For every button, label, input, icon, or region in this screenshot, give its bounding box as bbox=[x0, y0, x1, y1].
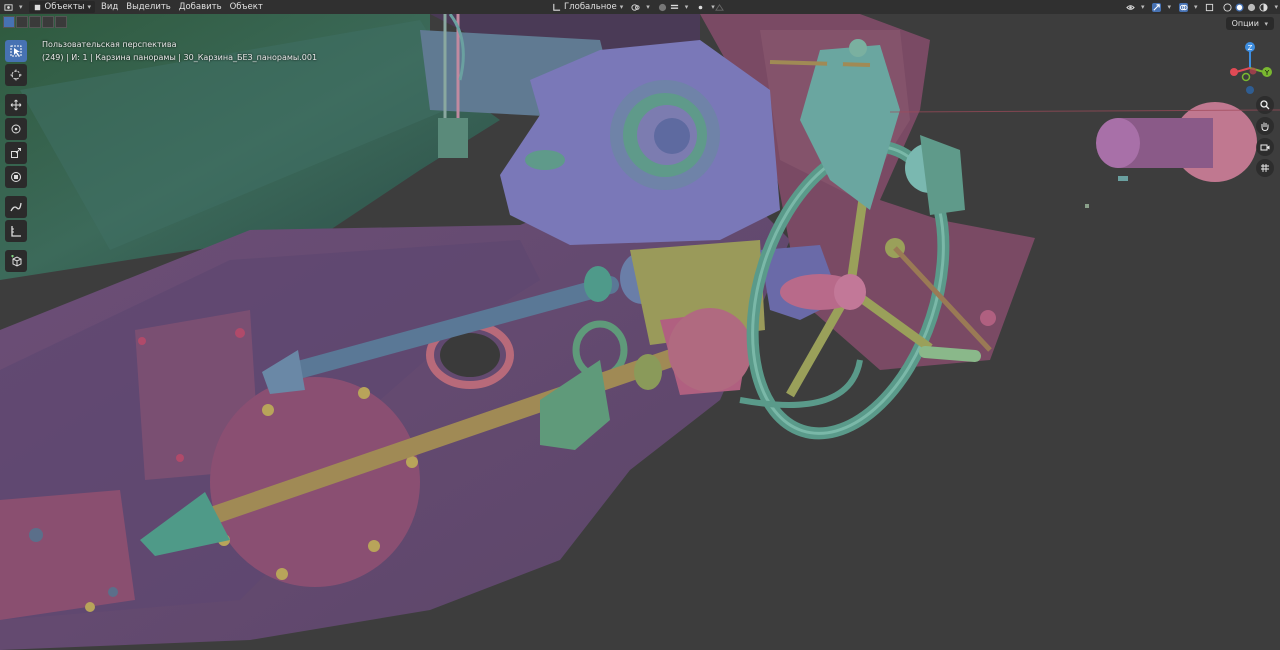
annotate-tool-button[interactable] bbox=[5, 196, 27, 218]
gizmo-icon bbox=[1152, 2, 1162, 12]
shading-modes[interactable]: ▾ bbox=[1221, 0, 1280, 14]
shading-wireframe-icon[interactable] bbox=[1223, 2, 1233, 12]
viewport-header: ▾ Объекты ▾ Вид Выделить Добавить Объект… bbox=[0, 0, 1280, 14]
falloff-icon bbox=[714, 3, 724, 11]
chevron-down-icon: ▾ bbox=[646, 3, 650, 11]
3d-viewport[interactable]: Пользовательская перспектива (249) | И: … bbox=[0, 14, 1280, 650]
grid-view-icon bbox=[1261, 164, 1269, 172]
chevron-down-icon: ▾ bbox=[1274, 3, 1278, 11]
zoom-button[interactable] bbox=[1256, 96, 1274, 114]
select-tool-button[interactable] bbox=[5, 40, 27, 62]
transform-tool-button[interactable] bbox=[5, 166, 27, 188]
menu-add[interactable]: Добавить bbox=[175, 0, 226, 14]
chevron-down-icon: ▾ bbox=[1140, 3, 1145, 11]
transform-orientation-icon bbox=[553, 3, 561, 11]
scene-render bbox=[0, 14, 1280, 650]
proportional-edit-toggle[interactable]: ▾ bbox=[692, 0, 731, 14]
scale-tool-button[interactable] bbox=[5, 142, 27, 164]
cursor-tool-icon bbox=[10, 69, 22, 81]
tool-shelf bbox=[5, 40, 29, 274]
chevron-down-icon: ▾ bbox=[1167, 3, 1171, 11]
add-cube-tool-button[interactable] bbox=[5, 250, 27, 272]
snap-icon bbox=[658, 3, 666, 11]
gizmo-toggle[interactable]: ▾ bbox=[1148, 0, 1175, 14]
menu-object[interactable]: Объект bbox=[226, 0, 267, 14]
chevron-down-icon: ▾ bbox=[619, 3, 624, 11]
xray-toggle[interactable] bbox=[1201, 0, 1221, 14]
view-name: Пользовательская перспектива bbox=[42, 40, 177, 49]
pivot-icon bbox=[631, 3, 640, 11]
options-dropdown[interactable]: Опции ▾ bbox=[1225, 17, 1274, 30]
cursor-tool-button[interactable] bbox=[5, 64, 27, 86]
select-extend-icon[interactable] bbox=[16, 16, 28, 28]
select-invert-icon[interactable] bbox=[42, 16, 54, 28]
editor-type-icon bbox=[4, 3, 13, 11]
select-intersect-icon[interactable] bbox=[55, 16, 67, 28]
overlay-icon bbox=[1178, 2, 1188, 12]
select-tool-icon bbox=[10, 45, 22, 57]
pan-hand-icon bbox=[1261, 122, 1269, 131]
pivot-dropdown[interactable]: ▾ bbox=[627, 0, 654, 14]
chevron-down-icon: ▾ bbox=[684, 3, 689, 11]
gizmo-y-label: Y bbox=[1264, 69, 1270, 77]
camera-icon bbox=[1260, 144, 1270, 151]
rotate-tool-button[interactable] bbox=[5, 118, 27, 140]
shading-solid-icon[interactable] bbox=[1235, 2, 1245, 12]
shading-rendered-icon[interactable] bbox=[1259, 2, 1269, 12]
overlay-toggle[interactable]: ▾ bbox=[1175, 0, 1202, 14]
mode-dropdown[interactable]: Объекты ▾ bbox=[28, 1, 95, 13]
mode-label: Объекты bbox=[44, 2, 85, 12]
chevron-down-icon: ▾ bbox=[87, 3, 91, 11]
navigation-gizmo[interactable]: Z Y bbox=[1226, 38, 1274, 98]
chevron-down-icon: ▾ bbox=[1193, 3, 1198, 11]
rotate-tool-icon bbox=[11, 124, 21, 134]
chevron-down-icon: ▾ bbox=[19, 3, 23, 11]
move-tool-button[interactable] bbox=[5, 94, 27, 116]
visibility-icon bbox=[1126, 4, 1135, 10]
select-new-icon[interactable] bbox=[3, 16, 15, 28]
pan-button[interactable] bbox=[1256, 117, 1274, 135]
chevron-down-icon: ▾ bbox=[1264, 20, 1268, 28]
select-mode-buttons bbox=[3, 16, 67, 28]
add-cube-tool-icon bbox=[11, 255, 22, 267]
object-mode-icon bbox=[34, 4, 40, 10]
options-label: Опции bbox=[1231, 19, 1259, 28]
camera-view-button[interactable] bbox=[1256, 138, 1274, 156]
menu-view[interactable]: Вид bbox=[97, 0, 122, 14]
viewport-info: Пользовательская перспектива (249) | И: … bbox=[42, 38, 317, 64]
menu-select[interactable]: Выделить bbox=[122, 0, 175, 14]
transform-orientation-dropdown[interactable]: Глобальное ▾ bbox=[548, 0, 627, 14]
editor-type-selector[interactable]: ▾ bbox=[0, 0, 27, 14]
select-subtract-icon[interactable] bbox=[29, 16, 41, 28]
transform-tool-icon bbox=[11, 172, 21, 182]
ortho-toggle-button[interactable] bbox=[1256, 159, 1274, 177]
annotate-tool-icon bbox=[10, 202, 22, 212]
snap-menu-icon bbox=[670, 4, 678, 9]
shading-material-icon[interactable] bbox=[1247, 3, 1256, 12]
move-tool-icon bbox=[10, 99, 22, 111]
xray-icon bbox=[1206, 3, 1214, 11]
gizmo-z-label: Z bbox=[1248, 44, 1253, 52]
object-info: (249) | И: 1 | Карзина панорамы | 30_Кар… bbox=[42, 53, 318, 62]
measure-tool-button[interactable] bbox=[5, 220, 27, 242]
snap-toggle[interactable]: ▾ bbox=[654, 0, 693, 14]
scale-tool-icon bbox=[11, 148, 21, 158]
orientation-label: Глобальное bbox=[564, 2, 617, 12]
proportional-edit-icon bbox=[698, 5, 703, 9]
zoom-icon bbox=[1260, 100, 1270, 110]
visibility-dropdown[interactable]: ▾ bbox=[1122, 0, 1149, 14]
measure-tool-icon bbox=[11, 226, 21, 237]
